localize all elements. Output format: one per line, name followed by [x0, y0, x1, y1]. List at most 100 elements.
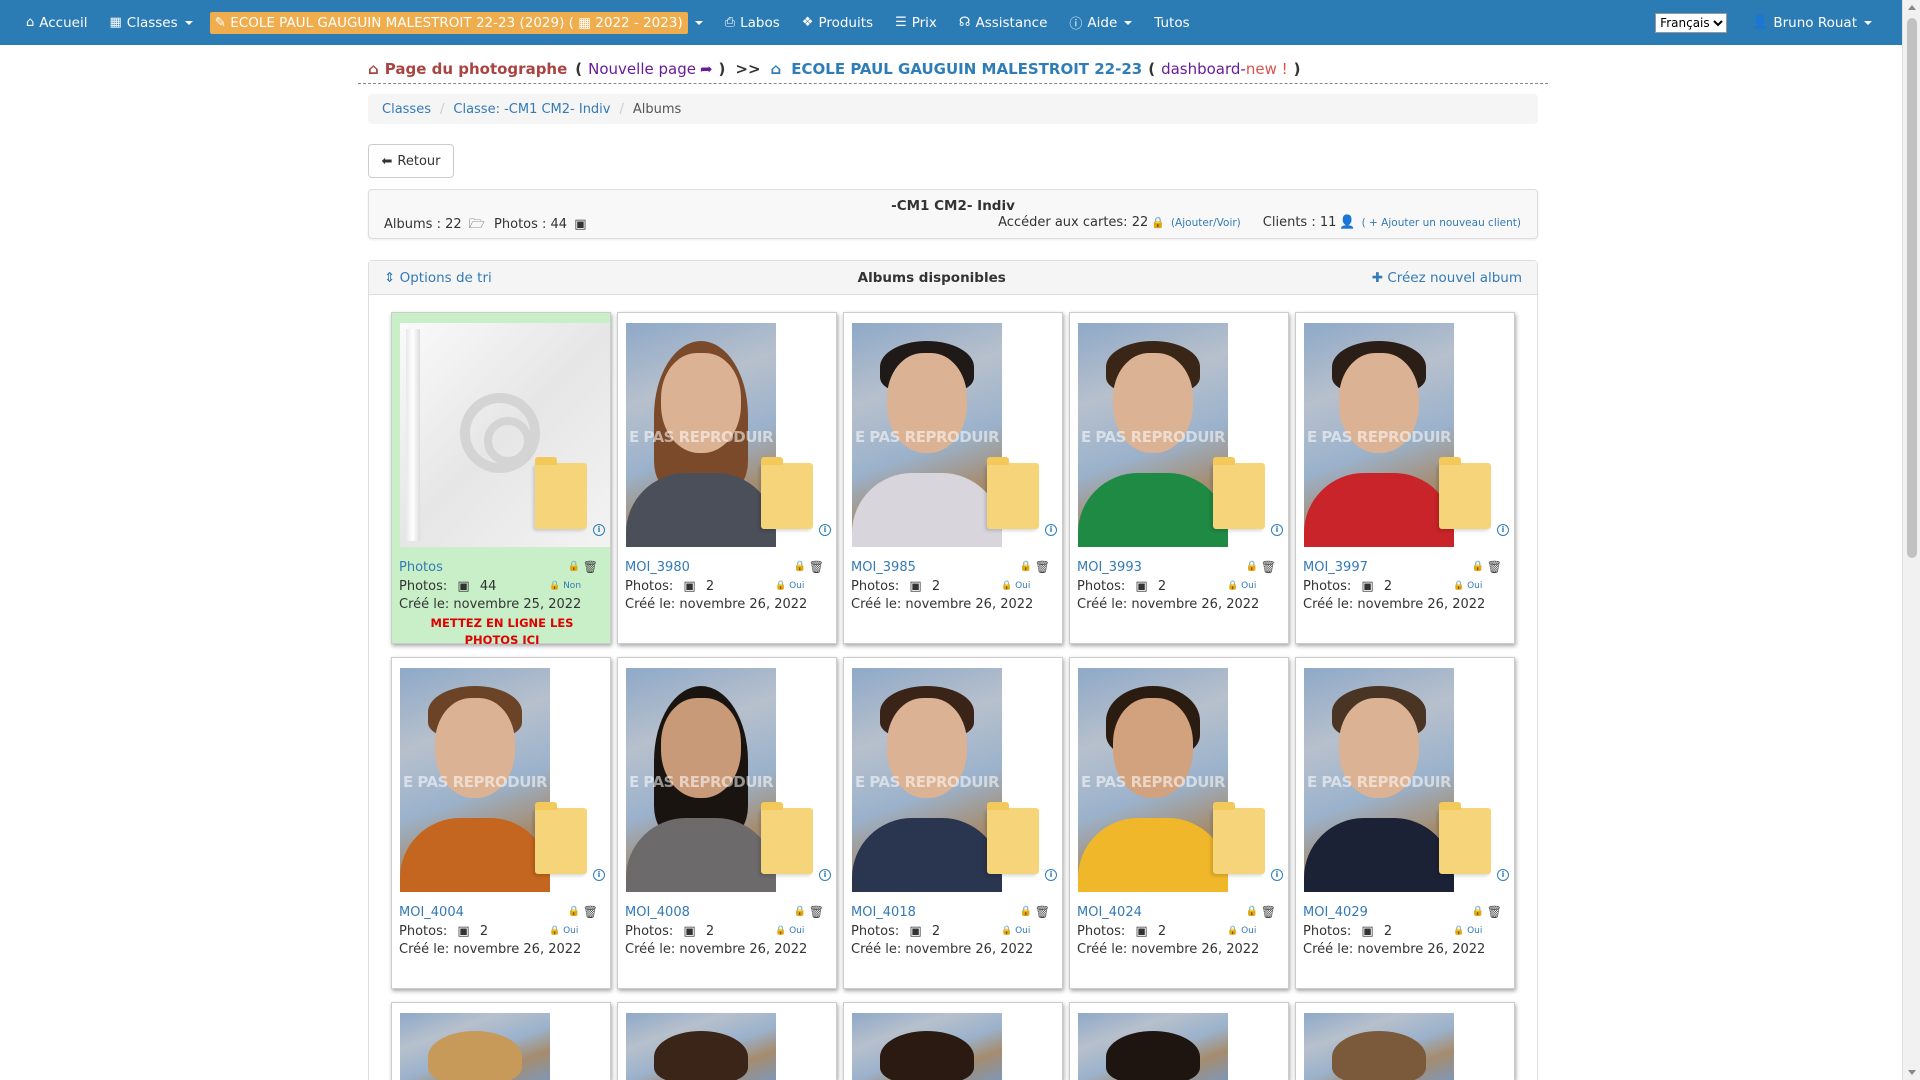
folder-icon[interactable]	[535, 457, 587, 529]
album-name[interactable]: MOI_4024	[1077, 905, 1142, 920]
breadcrumb-class[interactable]: Classe: -CM1 CM2- Indiv	[453, 102, 610, 117]
lock-icon[interactable]: 🔒	[1020, 561, 1032, 572]
scroll-up-icon[interactable]	[1908, 5, 1916, 10]
album-cover-image[interactable]	[1078, 1013, 1228, 1080]
nav-produits[interactable]: ❖ Produits	[791, 0, 884, 45]
lock-icon[interactable]: 🔒	[1472, 906, 1484, 917]
album-card[interactable]: E PAS REPRODUIR i MOI_3985 🔒 🗑 Photos: ▣…	[843, 312, 1063, 644]
folder-icon[interactable]	[1213, 457, 1265, 529]
album-card[interactable]: E PAS REPRODUIR i MOI_4024 🔒 🗑 Photos: ▣…	[1069, 657, 1289, 989]
album-cover-image[interactable]: E PAS REPRODUIR	[626, 668, 776, 892]
album-cover-image[interactable]: E PAS REPRODUIR	[1304, 323, 1454, 547]
trash-icon[interactable]: 🗑	[1261, 905, 1276, 919]
lock-icon[interactable]: 🔒	[1472, 561, 1484, 572]
folder-icon[interactable]	[987, 802, 1039, 874]
nav-labos[interactable]: ⎙ Labos	[714, 0, 791, 45]
album-card[interactable]	[843, 1002, 1063, 1080]
album-card[interactable]	[617, 1002, 837, 1080]
nav-school-dropdown[interactable]: ✎ ECOLE PAUL GAUGUIN MALESTROIT 22-23 (2…	[204, 0, 714, 45]
album-cover-image[interactable]: E PAS REPRODUIR	[400, 668, 550, 892]
album-cover-image[interactable]	[1304, 1013, 1454, 1080]
info-icon[interactable]: i	[1271, 524, 1283, 536]
album-card[interactable]: E PAS REPRODUIR i MOI_4004 🔒 🗑 Photos: ▣…	[391, 657, 611, 989]
info-icon[interactable]: i	[1271, 869, 1283, 881]
album-card[interactable]: E PAS REPRODUIR i MOI_4008 🔒 🗑 Photos: ▣…	[617, 657, 837, 989]
nav-prix[interactable]: ☰ Prix	[884, 0, 948, 45]
album-card[interactable]: E PAS REPRODUIR i MOI_3997 🔒 🗑 Photos: ▣…	[1295, 312, 1515, 644]
info-icon[interactable]: i	[819, 524, 831, 536]
info-icon[interactable]: i	[1497, 524, 1509, 536]
cards-link[interactable]: (Ajouter/Voir)	[1171, 217, 1241, 229]
album-name[interactable]: MOI_4004	[399, 905, 464, 920]
info-icon[interactable]: i	[1497, 869, 1509, 881]
album-name[interactable]: MOI_4008	[625, 905, 690, 920]
album-card[interactable]: E PAS REPRODUIR i MOI_3993 🔒 🗑 Photos: ▣…	[1069, 312, 1289, 644]
folder-icon[interactable]	[1439, 802, 1491, 874]
photographer-page-link[interactable]: Page du photographe	[385, 60, 568, 78]
school-name-link[interactable]: ECOLE PAUL GAUGUIN MALESTROIT 22-23	[791, 60, 1142, 78]
info-icon[interactable]: i	[819, 869, 831, 881]
album-name[interactable]: MOI_3993	[1077, 560, 1142, 575]
sort-options-link[interactable]: ⇕ Options de tri	[384, 270, 492, 286]
folder-icon[interactable]	[535, 802, 587, 874]
album-cover-image[interactable]: E PAS REPRODUIR	[852, 323, 1002, 547]
folder-icon[interactable]	[761, 802, 813, 874]
back-button[interactable]: ⬅ Retour	[368, 144, 454, 178]
album-card[interactable]: E PAS REPRODUIR i MOI_4018 🔒 🗑 Photos: ▣…	[843, 657, 1063, 989]
album-cover-image[interactable]	[852, 1013, 1002, 1080]
page-scrollbar[interactable]	[1902, 0, 1920, 1080]
album-name[interactable]: MOI_4029	[1303, 905, 1368, 920]
info-icon[interactable]: i	[1045, 869, 1057, 881]
lock-icon[interactable]: 🔒	[1246, 906, 1258, 917]
trash-icon[interactable]: 🗑	[583, 905, 598, 919]
album-cover-image[interactable]: E PAS REPRODUIR	[626, 323, 776, 547]
album-card[interactable]: E PAS REPRODUIR i MOI_3980 🔒 🗑 Photos: ▣…	[617, 312, 837, 644]
lock-icon[interactable]: 🔒	[1020, 906, 1032, 917]
nav-classes[interactable]: ▦ Classes	[98, 0, 203, 45]
album-card[interactable]: i Photos 🔒 🗑 Photos: ▣ 44 🔒 Non Créé le:…	[391, 312, 611, 647]
trash-icon[interactable]: 🗑	[1035, 905, 1050, 919]
trash-icon[interactable]: 🗑	[1487, 905, 1502, 919]
album-name[interactable]: MOI_3997	[1303, 560, 1368, 575]
album-card[interactable]	[1295, 1002, 1515, 1080]
info-icon[interactable]: i	[593, 869, 605, 881]
nav-aide[interactable]: ⓘ Aide	[1058, 0, 1143, 45]
lock-icon[interactable]: 🔒	[794, 561, 806, 572]
album-name[interactable]: MOI_3985	[851, 560, 916, 575]
folder-icon[interactable]	[987, 457, 1039, 529]
album-card[interactable]	[1069, 1002, 1289, 1080]
info-icon[interactable]: i	[1045, 524, 1057, 536]
new-page-link[interactable]: Nouvelle page	[588, 60, 696, 78]
language-select[interactable]: Français	[1655, 12, 1728, 33]
album-cover-image[interactable]	[400, 1013, 550, 1080]
scroll-thumb[interactable]	[1907, 18, 1917, 558]
trash-icon[interactable]: 🗑	[583, 560, 598, 574]
lock-icon[interactable]: 🔒	[1246, 561, 1258, 572]
album-cover-image[interactable]: E PAS REPRODUIR	[1078, 668, 1228, 892]
nav-home[interactable]: ⌂ Accueil	[0, 0, 98, 45]
album-card[interactable]	[391, 1002, 611, 1080]
album-cover-image[interactable]: E PAS REPRODUIR	[852, 668, 1002, 892]
create-album-link[interactable]: ✚ Créez nouvel album	[1372, 270, 1522, 286]
lock-icon[interactable]: 🔒	[568, 906, 580, 917]
album-cover-image[interactable]	[626, 1013, 776, 1080]
folder-icon[interactable]	[1213, 802, 1265, 874]
album-name[interactable]: MOI_3980	[625, 560, 690, 575]
scroll-down-icon[interactable]	[1908, 1070, 1916, 1075]
album-cover-image[interactable]: E PAS REPRODUIR	[1304, 668, 1454, 892]
nav-user-menu[interactable]: 👤 Bruno Rouat	[1741, 0, 1902, 45]
trash-icon[interactable]: 🗑	[1261, 560, 1276, 574]
folder-icon[interactable]	[1439, 457, 1491, 529]
trash-icon[interactable]: 🗑	[809, 905, 824, 919]
album-cover-image[interactable]: E PAS REPRODUIR	[1078, 323, 1228, 547]
lock-icon[interactable]: 🔒	[794, 906, 806, 917]
info-icon[interactable]: i	[593, 524, 605, 536]
nav-tutos[interactable]: Tutos	[1143, 0, 1200, 45]
album-card[interactable]: E PAS REPRODUIR i MOI_4029 🔒 🗑 Photos: ▣…	[1295, 657, 1515, 989]
nav-assistance[interactable]: ☊ Assistance	[948, 0, 1058, 45]
add-client-link[interactable]: ( + Ajouter un nouveau client)	[1362, 217, 1521, 229]
trash-icon[interactable]: 🗑	[1035, 560, 1050, 574]
lock-icon[interactable]: 🔒	[568, 561, 580, 572]
folder-icon[interactable]	[761, 457, 813, 529]
breadcrumb-classes[interactable]: Classes	[382, 102, 431, 117]
